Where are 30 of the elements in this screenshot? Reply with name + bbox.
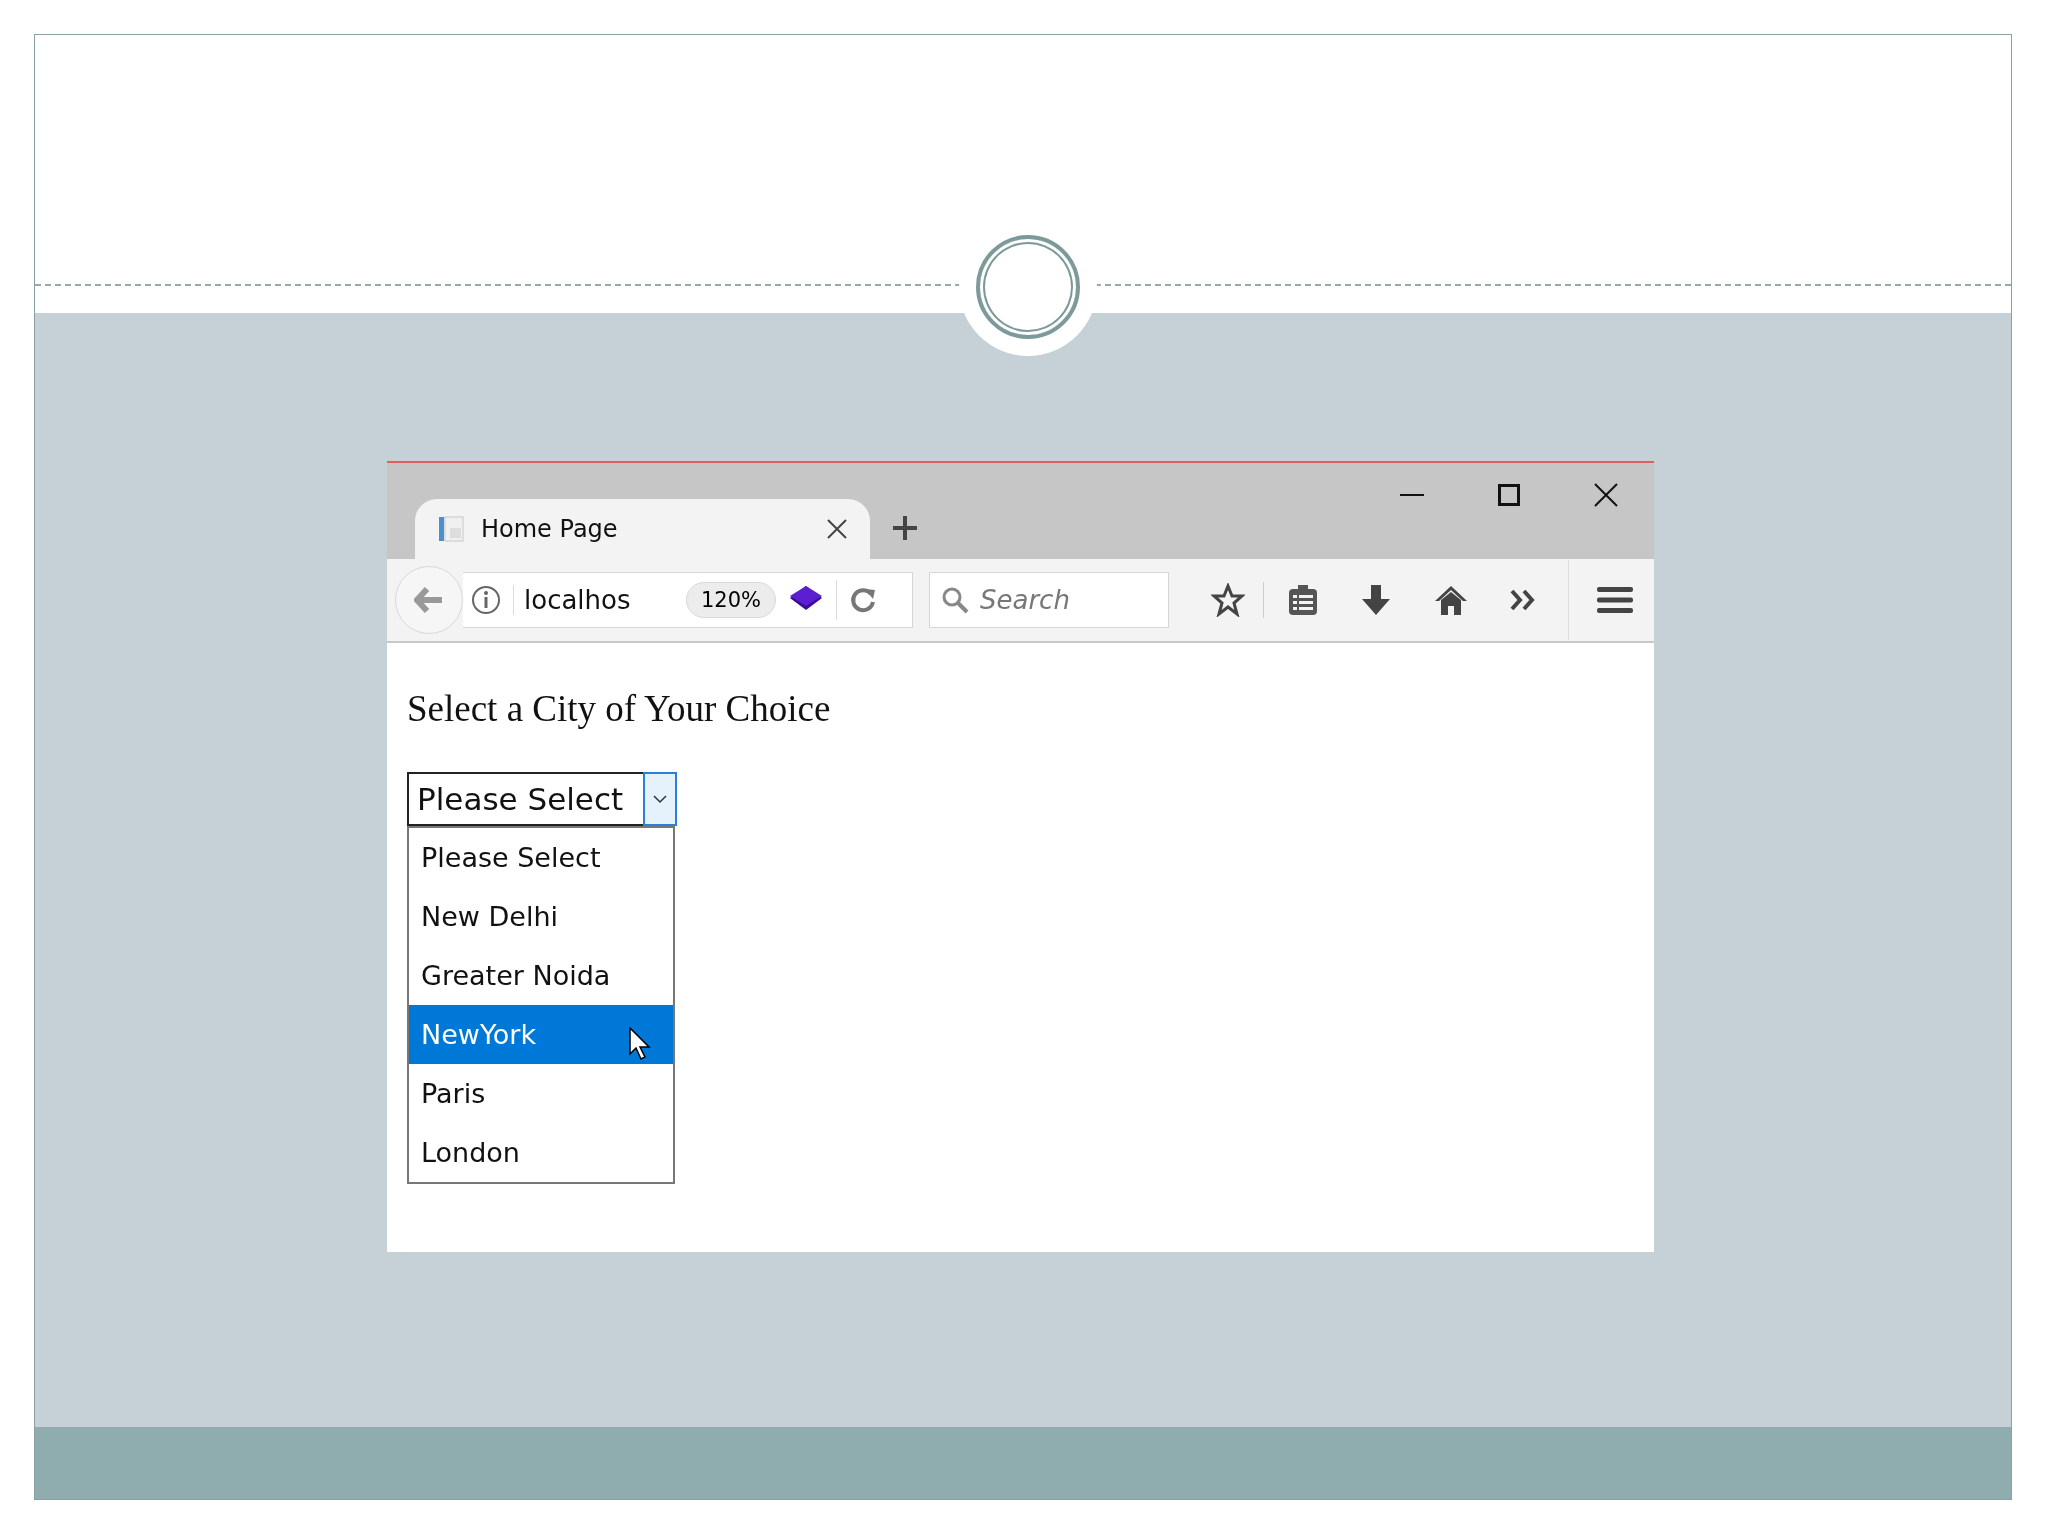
dropdown-option[interactable]: NewYork <box>409 1005 673 1064</box>
info-icon[interactable] <box>471 585 501 615</box>
city-dropdown[interactable]: Please Select <box>407 772 677 826</box>
zoom-indicator[interactable]: 120% <box>686 582 777 618</box>
minimize-icon[interactable] <box>1400 493 1424 497</box>
address-bar[interactable]: localhos 120% <box>463 572 913 628</box>
download-icon[interactable] <box>1360 584 1392 616</box>
close-icon[interactable] <box>826 518 848 540</box>
cursor-icon <box>629 1027 651 1061</box>
page-heading: Select a City of Your Choice <box>407 687 832 730</box>
star-icon[interactable] <box>1211 583 1245 617</box>
dropdown-option[interactable]: New Delhi <box>409 887 673 946</box>
page-icon <box>437 514 467 544</box>
browser-tab[interactable]: Home Page <box>415 499 870 559</box>
plus-icon[interactable] <box>892 515 918 541</box>
menu-icon[interactable] <box>1597 585 1633 615</box>
dropdown-option[interactable]: Paris <box>409 1064 673 1123</box>
search-field[interactable]: Search <box>929 572 1169 628</box>
maximize-icon[interactable] <box>1498 484 1520 506</box>
back-arrow-icon <box>414 587 444 613</box>
url-text: localhos <box>513 585 674 615</box>
clipboard-icon[interactable] <box>1288 584 1318 616</box>
close-icon[interactable] <box>1594 483 1618 507</box>
search-icon <box>941 586 969 614</box>
reload-icon[interactable] <box>849 586 878 614</box>
dropdown-option[interactable]: Please Select <box>409 828 673 887</box>
home-icon[interactable] <box>1434 584 1468 616</box>
tab-title: Home Page <box>481 515 619 543</box>
dropdown-option[interactable]: Greater Noida <box>409 946 673 1005</box>
dropdown-option[interactable]: London <box>409 1123 673 1182</box>
